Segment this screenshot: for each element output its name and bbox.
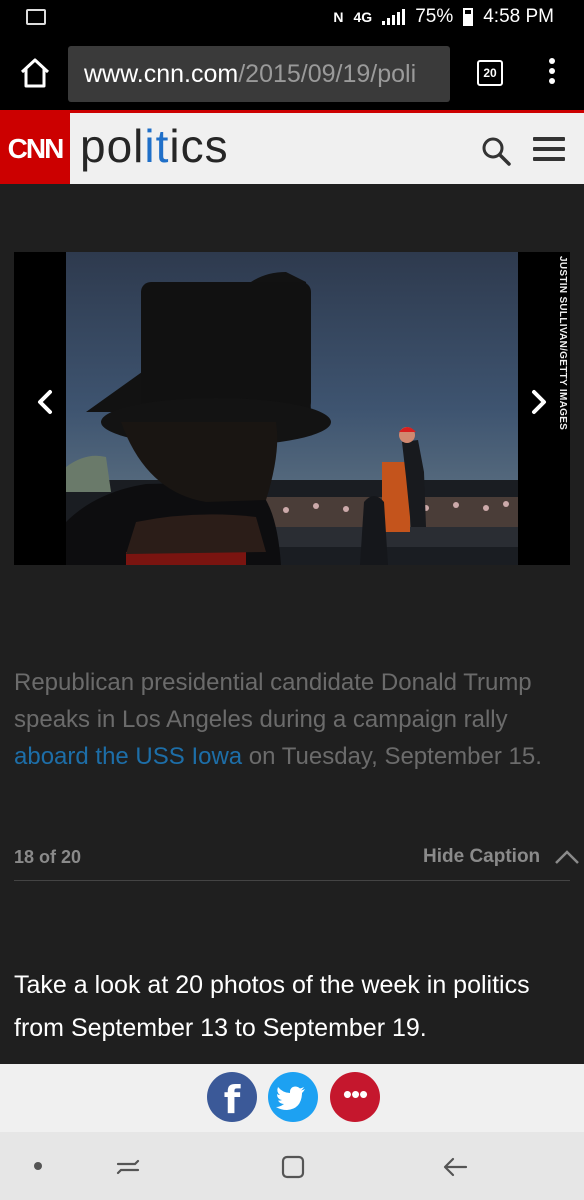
battery-percent: 75% <box>415 6 454 27</box>
url-host: www.cnn.com <box>84 60 239 88</box>
back-nav-icon[interactable] <box>440 1152 470 1182</box>
gallery-counter: 18 of 20 <box>14 847 82 867</box>
network-type-icon: 4G <box>353 9 373 25</box>
cnn-logo[interactable]: CNN <box>0 113 70 184</box>
article-content: JUSTIN SULLIVAN/GETTY IMAGES Republican … <box>0 184 584 1064</box>
home-icon[interactable] <box>18 56 52 90</box>
tab-switcher-button[interactable]: 20 <box>477 60 503 86</box>
status-bar: N 4G 75% 4:58 PM <box>0 0 584 36</box>
hamburger-menu-icon[interactable] <box>533 137 565 163</box>
previous-photo-icon[interactable] <box>24 372 64 432</box>
next-photo-icon[interactable] <box>520 372 560 432</box>
photo-credit: JUSTIN SULLIVAN/GETTY IMAGES <box>557 256 568 431</box>
divider <box>14 880 570 881</box>
overflow-menu-icon[interactable] <box>540 58 564 88</box>
twitter-share-button[interactable] <box>268 1072 318 1122</box>
hide-caption-button[interactable]: Hide Caption <box>423 846 580 868</box>
nav-dot-icon <box>34 1162 42 1170</box>
outlook-notification-icon <box>26 9 46 25</box>
signal-icon <box>382 9 406 25</box>
photo-gallery: JUSTIN SULLIVAN/GETTY IMAGES <box>14 252 570 565</box>
recent-apps-icon[interactable] <box>113 1152 143 1182</box>
chevron-up-icon <box>555 850 580 864</box>
caption-link[interactable]: aboard the USS Iowa <box>14 743 242 770</box>
browser-toolbar: www.cnn.com/2015/09/19/poli 20 <box>0 36 584 110</box>
facebook-share-button[interactable]: f <box>207 1072 257 1122</box>
battery-icon <box>463 8 474 26</box>
section-title[interactable]: politics <box>80 119 229 173</box>
url-bar[interactable]: www.cnn.com/2015/09/19/poli <box>68 46 450 102</box>
share-bar: f ••• <box>0 1064 584 1132</box>
clock: 4:58 PM <box>483 6 554 27</box>
more-share-button[interactable]: ••• <box>330 1072 380 1122</box>
gallery-photo <box>66 252 518 565</box>
nfc-icon: N <box>333 9 344 25</box>
photo-caption: Republican presidential candidate Donald… <box>14 669 542 770</box>
twitter-bird-icon <box>276 1086 305 1110</box>
search-icon[interactable] <box>480 135 512 167</box>
gallery-description: Take a look at 20 photos of the week in … <box>14 971 530 1042</box>
status-indicators: N 4G 75% 4:58 PM <box>333 6 554 28</box>
site-header: CNN politics <box>0 110 584 184</box>
url-path: /2015/09/19/poli <box>238 60 417 88</box>
rally-photo-image <box>66 252 518 565</box>
system-navigation-bar <box>0 1132 584 1200</box>
home-nav-icon[interactable] <box>278 1152 308 1182</box>
